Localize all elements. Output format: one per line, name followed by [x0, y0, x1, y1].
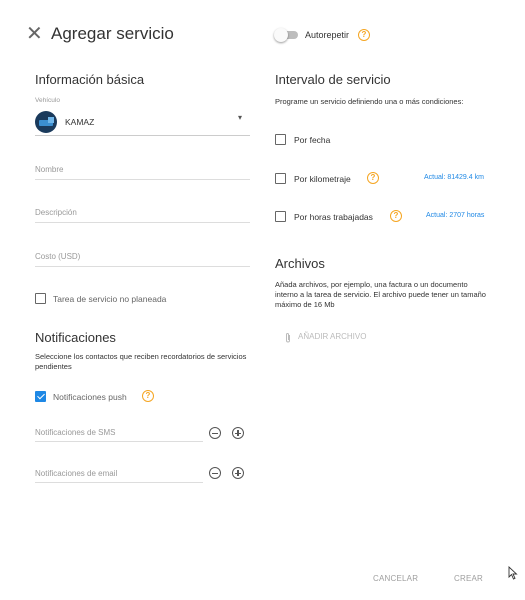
email-remove-button[interactable]: [209, 467, 221, 479]
push-help-icon[interactable]: ?: [142, 390, 154, 402]
unplanned-checkbox[interactable]: [35, 293, 46, 304]
cancel-button[interactable]: CANCELAR: [373, 574, 418, 583]
dialog-title: Agregar servicio: [51, 24, 174, 43]
push-checkbox[interactable]: [35, 391, 46, 402]
by-mileage-label: Por kilometraje: [294, 174, 351, 184]
mileage-current-value: Actual: 81429.4 km: [424, 174, 484, 181]
by-hours-label: Por horas trabajadas: [294, 212, 373, 222]
email-add-button[interactable]: [232, 467, 244, 479]
mileage-help-icon[interactable]: ?: [367, 172, 379, 184]
notifications-title: Notificaciones: [35, 330, 116, 345]
vehicle-label: Vehículo: [35, 97, 60, 104]
by-mileage-checkbox[interactable]: [275, 173, 286, 184]
sms-field-underline: [35, 441, 203, 442]
files-title: Archivos: [275, 256, 325, 271]
email-field-underline: [35, 482, 203, 483]
interval-description: Programe un servicio definiendo una o má…: [275, 97, 464, 106]
hours-help-icon[interactable]: ?: [390, 210, 402, 222]
cost-field[interactable]: Costo (USD): [35, 252, 80, 261]
add-file-button[interactable]: AÑADIR ARCHIVO: [298, 332, 366, 341]
name-field[interactable]: Nombre: [35, 165, 63, 174]
name-field-underline: [35, 179, 250, 180]
vehicle-select-underline: [35, 135, 250, 136]
autorepeat-help-icon[interactable]: ?: [358, 29, 370, 41]
by-date-checkbox[interactable]: [275, 134, 286, 145]
sms-add-button[interactable]: [232, 427, 244, 439]
notifications-description: Seleccione los contactos que reciben rec…: [35, 352, 247, 371]
paperclip-icon[interactable]: [282, 331, 294, 343]
email-field[interactable]: Notificaciones de email: [35, 469, 117, 478]
basic-info-title: Información básica: [35, 72, 145, 87]
files-description: Añada archivos, por ejemplo, una factura…: [275, 280, 486, 309]
sms-field[interactable]: Notificaciones de SMS: [35, 428, 115, 437]
create-button[interactable]: CREAR: [454, 574, 483, 583]
caret-down-icon[interactable]: ▾: [238, 113, 242, 122]
by-date-label: Por fecha: [294, 135, 331, 145]
mouse-pointer-icon: [508, 565, 518, 580]
unplanned-label: Tarea de servicio no planeada: [53, 294, 167, 304]
vehicle-avatar: [35, 111, 57, 133]
close-icon[interactable]: ✕: [26, 24, 43, 44]
vehicle-select-value[interactable]: KAMAZ: [65, 117, 94, 127]
autorepeat-label: Autorepetir: [305, 30, 350, 40]
sms-remove-button[interactable]: [209, 427, 221, 439]
interval-title: Intervalo de servicio: [275, 72, 391, 87]
cost-field-underline: [35, 266, 250, 267]
by-hours-checkbox[interactable]: [275, 211, 286, 222]
description-field[interactable]: Descripción: [35, 208, 77, 217]
push-label: Notificaciones push: [53, 392, 127, 402]
autorepeat-toggle[interactable]: [274, 28, 300, 42]
hours-current-value: Actual: 2707 horas: [426, 212, 485, 219]
description-field-underline: [35, 222, 250, 223]
